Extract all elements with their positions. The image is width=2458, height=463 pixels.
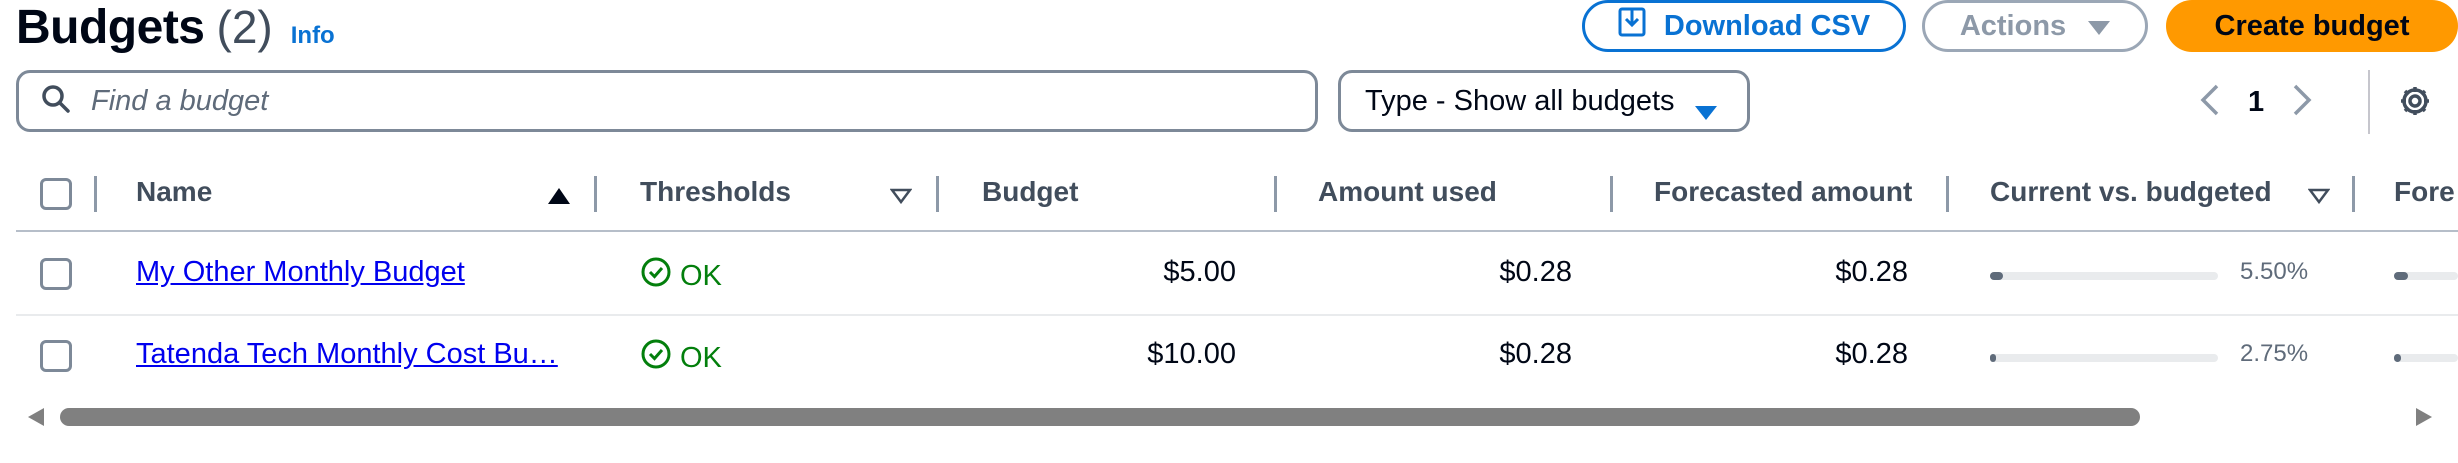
select-all-checkbox[interactable] (40, 178, 72, 210)
amount-used: $0.28 (1499, 338, 1572, 370)
status-ok-icon (640, 256, 672, 296)
table-header: Name Thresholds Budget Amount used Forec… (16, 160, 2458, 232)
forecasted-vs-budgeted-bar (2394, 354, 2458, 362)
row-checkbox[interactable] (40, 340, 72, 372)
pagination-divider (2368, 70, 2370, 134)
forecasted-vs-budgeted-bar (2394, 272, 2458, 280)
search-icon (41, 84, 71, 119)
sort-ascending-icon[interactable] (548, 188, 570, 209)
budget-amount: $5.00 (1163, 256, 1236, 288)
column-header-forecasted-vs-budgeted[interactable]: Fore (2394, 176, 2455, 208)
current-vs-budgeted-percent: 5.50% (2240, 258, 2309, 285)
column-divider (1946, 176, 1949, 212)
row-checkbox[interactable] (40, 258, 72, 290)
amount-used: $0.28 (1499, 256, 1572, 288)
caret-down-icon (2088, 10, 2111, 43)
table-row: Tatenda Tech Monthly Cost Bu… OK $10.00 … (16, 316, 2458, 398)
budget-amount: $10.00 (1147, 338, 1236, 370)
download-csv-label: Download CSV (1663, 9, 1871, 42)
table-row: My Other Monthly Budget OK $5.00 $0.28 $… (16, 234, 2458, 316)
pagination: 1 (2200, 74, 2312, 130)
column-divider (1610, 176, 1613, 212)
search-input[interactable] (89, 83, 1289, 119)
column-divider (594, 176, 597, 212)
column-header-current-vs-budgeted[interactable]: Current vs. budgeted (1990, 176, 2272, 208)
column-divider (1274, 176, 1277, 212)
current-vs-budgeted-percent: 2.75% (2240, 340, 2309, 367)
current-vs-budgeted-bar (1990, 354, 2218, 362)
scroll-left-arrow[interactable] (28, 408, 44, 431)
threshold-status-text: OK (680, 259, 722, 292)
search-field[interactable] (16, 70, 1318, 132)
budget-name-text[interactable]: My Other Monthly Budget (136, 256, 465, 288)
type-filter-value: Type - Show all budgets (1365, 84, 1675, 117)
column-header-budget[interactable]: Budget (982, 176, 1078, 208)
budget-name-link[interactable]: My Other Monthly Budget (136, 256, 465, 289)
actions-dropdown-button[interactable]: Actions (1922, 0, 2148, 52)
threshold-status: OK (640, 256, 722, 296)
current-vs-budgeted-fill (1990, 354, 1996, 362)
actions-label: Actions (1959, 9, 2067, 42)
current-page-number[interactable]: 1 (2248, 86, 2264, 119)
forecasted-amount: $0.28 (1835, 338, 1908, 370)
column-divider (936, 176, 939, 212)
budget-count: (2) (216, 1, 273, 53)
column-divider (2352, 176, 2355, 212)
download-csv-button[interactable]: Download CSV (1582, 0, 1906, 52)
budget-name-text[interactable]: Tatenda Tech Monthly Cost Bu… (136, 338, 558, 370)
type-filter-select[interactable]: Type - Show all budgets (1338, 70, 1750, 132)
threshold-status-text: OK (680, 341, 722, 374)
column-divider (94, 176, 97, 212)
create-budget-button[interactable]: Create budget (2166, 0, 2458, 52)
scroll-right-arrow[interactable] (2416, 408, 2432, 431)
sort-descending-icon[interactable] (2307, 188, 2331, 209)
caret-down-icon (1695, 95, 1717, 128)
status-ok-icon (640, 338, 672, 378)
column-header-amount-used[interactable]: Amount used (1318, 176, 1497, 208)
chevron-left-icon[interactable] (2200, 83, 2220, 122)
forecasted-amount: $0.28 (1835, 256, 1908, 288)
column-header-forecasted-amount[interactable]: Forecasted amount (1654, 176, 1912, 208)
page-title-text: Budgets (16, 1, 205, 54)
column-header-name[interactable]: Name (136, 176, 212, 208)
chevron-right-icon[interactable] (2292, 83, 2312, 122)
forecasted-vs-budgeted-fill (2394, 272, 2408, 280)
budget-name-link[interactable]: Tatenda Tech Monthly Cost Bu… (136, 338, 558, 371)
current-vs-budgeted-fill (1990, 272, 2003, 280)
page-title: Budgets (2) Info (16, 0, 335, 55)
threshold-status: OK (640, 338, 722, 378)
sort-descending-icon[interactable] (889, 188, 913, 209)
column-header-thresholds[interactable]: Thresholds (640, 176, 791, 208)
forecasted-vs-budgeted-fill (2394, 354, 2401, 362)
settings-gear-icon[interactable] (2398, 84, 2432, 123)
current-vs-budgeted-bar (1990, 272, 2218, 280)
download-icon (1618, 7, 1646, 45)
info-link[interactable]: Info (291, 22, 335, 50)
horizontal-scrollbar-thumb[interactable] (60, 408, 2140, 426)
